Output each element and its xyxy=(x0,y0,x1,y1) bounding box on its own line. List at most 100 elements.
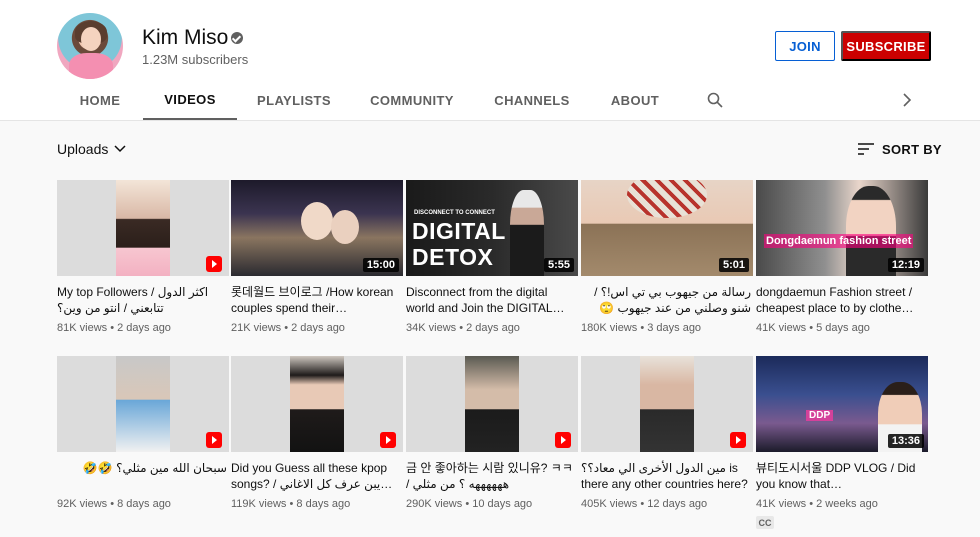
video-card[interactable]: DDP 13:36 뷰티도시서울 DDP VLOG / Did you know… xyxy=(756,356,928,529)
subscriber-count: 1.23M subscribers xyxy=(142,52,249,67)
video-thumbnail[interactable]: 15:00 xyxy=(231,180,403,276)
video-card[interactable]: مين الدول الأخرى الي معاد؟؟ is there any… xyxy=(581,356,753,526)
channel-header: Kim Miso 1.23M subscribers JOIN SUBSCRIB… xyxy=(0,0,980,121)
upload-age: 2 days ago xyxy=(117,322,171,334)
upload-age: 5 days ago xyxy=(816,322,870,334)
video-card[interactable]: 금 안 좋아하는 시람 있니유? ㅋㅋ / ههههههه ؟ من مثلي … xyxy=(406,356,578,526)
thumbnail-caption: DISCONNECT TO CONNECT xyxy=(414,210,495,216)
cc-badge: CC xyxy=(756,516,774,529)
upload-age: 10 days ago xyxy=(472,498,533,510)
video-meta: 119K views • 8 days ago xyxy=(231,498,351,510)
view-count: 34K views xyxy=(406,322,457,334)
thumbnail-person xyxy=(331,210,359,244)
tab-playlists[interactable]: PLAYLISTS xyxy=(252,80,336,120)
join-button[interactable]: JOIN xyxy=(775,31,835,61)
view-count: 180K views xyxy=(581,322,638,334)
video-thumbnail[interactable]: 5:01 xyxy=(581,180,753,276)
video-card[interactable]: DISCONNECT TO CONNECT DIGITAL DETOX 5:55… xyxy=(406,180,578,350)
video-meta: 290K views • 10 days ago xyxy=(406,498,533,510)
video-title[interactable]: 롯데월드 브이로그 /How korean couples spend thei… xyxy=(231,284,401,316)
thumbnail-image xyxy=(116,356,170,452)
thumbnail-text: Dongdaemun fashion street xyxy=(764,234,914,248)
shorts-icon xyxy=(555,432,571,448)
tab-about[interactable]: ABOUT xyxy=(606,80,664,120)
sort-by-button[interactable]: SORT BY xyxy=(858,138,942,160)
search-icon[interactable] xyxy=(707,92,723,108)
video-card[interactable]: 15:00 롯데월드 브이로그 /How korean couples spen… xyxy=(231,180,403,350)
channel-name: Kim Miso xyxy=(142,26,229,49)
thumbnail-image xyxy=(116,180,170,276)
upload-age: 3 days ago xyxy=(647,322,702,334)
tab-videos[interactable]: VIDEOS xyxy=(143,80,237,120)
video-title[interactable]: مين الدول الأخرى الي معاد؟؟ is there any… xyxy=(581,460,751,492)
video-title[interactable]: Did you Guess all these kpop songs? / يب… xyxy=(231,460,401,492)
shorts-icon xyxy=(206,432,222,448)
upload-age: 2 days ago xyxy=(466,322,520,334)
thumbnail-text: DDP xyxy=(806,410,834,421)
video-card[interactable]: 5:01 رسالة من جيهوب بي تي اس!؟ / شنو وصل… xyxy=(581,180,753,350)
tab-channels[interactable]: CHANNELS xyxy=(490,80,574,120)
subscribe-button[interactable]: SUBSCRIBE xyxy=(841,31,931,61)
view-count: 21K views xyxy=(231,322,282,334)
video-title[interactable]: Disconnect from the digital world and Jo… xyxy=(406,284,576,316)
video-title[interactable]: رسالة من جيهوب بي تي اس!؟ / شنو وصلني من… xyxy=(581,284,751,316)
video-meta: 41K views • 5 days ago xyxy=(756,322,870,334)
view-count: 41K views xyxy=(756,498,807,510)
tab-community[interactable]: COMMUNITY xyxy=(366,80,458,120)
thumbnail-image xyxy=(640,356,694,452)
video-card[interactable]: سبحان الله مين مثلي؟ 🤣🤣 92K views • 8 da… xyxy=(57,356,229,526)
view-count: 41K views xyxy=(756,322,807,334)
video-meta: 405K views • 12 days ago xyxy=(581,498,708,510)
video-thumbnail[interactable] xyxy=(57,356,229,452)
upload-age: 8 days ago xyxy=(296,498,351,510)
channel-avatar[interactable] xyxy=(57,13,123,79)
view-count: 290K views xyxy=(406,498,463,510)
video-thumbnail[interactable]: DDP 13:36 xyxy=(756,356,928,452)
video-meta: 41K views • 2 weeks ago xyxy=(756,498,878,510)
video-meta: 92K views • 8 days ago xyxy=(57,498,171,510)
upload-age: 12 days ago xyxy=(647,498,708,510)
video-thumbnail[interactable] xyxy=(406,356,578,452)
thumbnail-image xyxy=(290,356,344,452)
video-thumbnail[interactable] xyxy=(231,356,403,452)
view-count: 92K views xyxy=(57,498,108,510)
thumbnail-person xyxy=(301,202,333,240)
avatar-body xyxy=(69,53,113,79)
duration-badge: 5:55 xyxy=(543,258,574,272)
duration-badge: 13:36 xyxy=(887,434,924,448)
shorts-icon xyxy=(206,256,222,272)
video-card[interactable]: My top Followers / اكثر الدول تتابعني / … xyxy=(57,180,229,350)
view-count: 119K views xyxy=(231,498,287,510)
shorts-icon xyxy=(730,432,746,448)
video-thumbnail[interactable] xyxy=(581,356,753,452)
upload-age: 8 days ago xyxy=(117,498,171,510)
upload-age: 2 days ago xyxy=(291,322,345,334)
view-count: 405K views xyxy=(581,498,638,510)
video-title[interactable]: 뷰티도시서울 DDP VLOG / Did you know that… xyxy=(756,460,926,492)
video-title[interactable]: My top Followers / اكثر الدول تتابعني / … xyxy=(57,284,227,316)
duration-badge: 5:01 xyxy=(718,258,749,272)
sort-icon xyxy=(858,143,874,155)
chevron-right-icon[interactable] xyxy=(900,93,914,107)
video-thumbnail[interactable] xyxy=(57,180,229,276)
video-thumbnail[interactable]: DISCONNECT TO CONNECT DIGITAL DETOX 5:55 xyxy=(406,180,578,276)
tab-home[interactable]: HOME xyxy=(70,80,130,120)
sort-by-label: SORT BY xyxy=(882,141,942,157)
avatar-face xyxy=(81,27,101,51)
video-meta: 34K views • 2 days ago xyxy=(406,322,520,334)
uploads-dropdown[interactable]: Uploads xyxy=(57,138,126,160)
video-title[interactable]: سبحان الله مين مثلي؟ 🤣🤣 xyxy=(57,460,227,476)
video-meta: 21K views • 2 days ago xyxy=(231,322,345,334)
thumbnail-text: DIGITAL DETOX xyxy=(412,218,506,270)
upload-age: 2 weeks ago xyxy=(816,498,878,510)
video-title[interactable]: 금 안 좋아하는 시람 있니유? ㅋㅋ / ههههههه ؟ من مثلي xyxy=(406,460,576,492)
shorts-icon xyxy=(380,432,396,448)
duration-badge: 12:19 xyxy=(887,258,924,272)
video-card[interactable]: Dongdaemun fashion street 12:19 dongdaem… xyxy=(756,180,928,350)
thumbnail-person xyxy=(510,190,544,276)
video-thumbnail[interactable]: Dongdaemun fashion street 12:19 xyxy=(756,180,928,276)
uploads-label: Uploads xyxy=(57,141,109,157)
video-card[interactable]: Did you Guess all these kpop songs? / يب… xyxy=(231,356,403,526)
thumbnail-image xyxy=(465,356,519,452)
video-title[interactable]: dongdaemun Fashion street / cheapest pla… xyxy=(756,284,926,316)
